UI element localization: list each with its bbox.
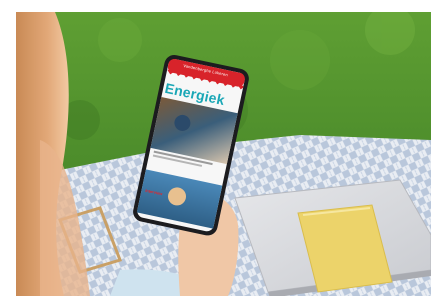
article-tag: Interview bbox=[144, 187, 163, 197]
frame-border-left bbox=[0, 0, 16, 299]
magazine-title: Energiek bbox=[163, 79, 227, 109]
frame-border-top bbox=[0, 0, 435, 12]
frame-border-right bbox=[431, 0, 435, 299]
photo-scene: Vandenberghe Lokeren Energiek Interview bbox=[0, 0, 435, 299]
